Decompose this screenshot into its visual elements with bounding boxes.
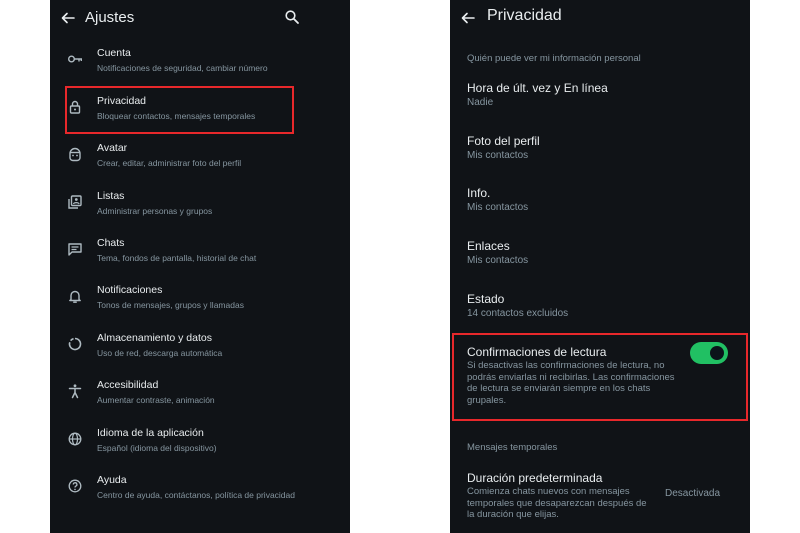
- default-duration-value: Desactivada: [665, 488, 721, 499]
- privacidad-highlight-box: [65, 86, 294, 134]
- settings-item-subtitle: Bloquear contactos, mensajes temporales: [97, 111, 256, 121]
- storage-circle-icon: [68, 337, 82, 351]
- help-icon: [68, 479, 82, 493]
- key-icon: [68, 55, 82, 63]
- lock-icon: [69, 100, 81, 114]
- default-duration-description: Comienza chats nuevos con mensajes tempo…: [467, 486, 647, 520]
- page-title: Ajustes: [85, 9, 135, 26]
- settings-item-subtitle: Crear, editar, administrar foto del perf…: [97, 158, 242, 168]
- privacy-screen: Privacidad Quién puede ver mi informació…: [450, 0, 750, 533]
- settings-item-subtitle: Tonos de mensajes, grupos y llamadas: [97, 300, 244, 310]
- settings-item-subtitle: Uso de red, descarga automática: [97, 348, 223, 358]
- privacy-item-value: Nadie: [467, 97, 494, 108]
- back-arrow-icon[interactable]: [60, 10, 76, 26]
- settings-item-label: Idioma de la aplicación: [97, 427, 204, 439]
- settings-item-label: Privacidad: [97, 95, 147, 107]
- settings-item-subtitle: Aumentar contraste, animación: [97, 395, 215, 405]
- settings-header: Ajustes: [50, 0, 350, 36]
- back-arrow-icon[interactable]: [460, 10, 476, 26]
- settings-item-label: Listas: [97, 190, 125, 202]
- privacy-item-label: Estado: [467, 292, 505, 306]
- page-title: Privacidad: [487, 7, 562, 24]
- chat-icon: [68, 243, 82, 256]
- read-receipts-description: Si desactivas las confirmaciones de lect…: [467, 360, 675, 406]
- settings-item-label: Cuenta: [97, 47, 131, 59]
- toggle-knob: [710, 346, 724, 360]
- settings-item-label: Chats: [97, 237, 125, 249]
- settings-item-subtitle: Español (idioma del dispositivo): [97, 443, 217, 453]
- default-duration-label: Duración predeterminada: [467, 471, 603, 485]
- settings-item-subtitle: Administrar personas y grupos: [97, 206, 213, 216]
- privacy-item-label: Enlaces: [467, 239, 510, 253]
- privacy-item-read-receipts[interactable]: Confirmaciones de lectura Si desactivas …: [450, 342, 750, 406]
- bell-icon: [69, 290, 81, 303]
- settings-item-subtitle: Notificaciones de seguridad, cambiar núm…: [97, 63, 268, 73]
- privacy-item-default-duration[interactable]: Duración predeterminada Comienza chats n…: [450, 471, 750, 526]
- settings-item-label: Avatar: [97, 142, 128, 154]
- settings-item-label: Accesibilidad: [97, 379, 159, 391]
- privacy-item-label: Info.: [467, 186, 491, 200]
- read-receipts-label: Confirmaciones de lectura: [467, 345, 607, 359]
- privacy-item-label: Hora de últ. vez y En línea: [467, 81, 608, 95]
- privacy-item-label: Foto del perfil: [467, 134, 540, 148]
- avatar-face-icon: [69, 147, 81, 162]
- settings-item-subtitle: Centro de ayuda, contáctanos, política d…: [97, 490, 295, 500]
- privacy-header: Privacidad: [450, 0, 750, 36]
- section-header-personal-info: Quién puede ver mi información personal: [467, 53, 641, 64]
- settings-item-label: Almacenamiento y datos: [97, 332, 212, 344]
- section-header-temporary-messages: Mensajes temporales: [467, 442, 558, 453]
- search-icon[interactable]: [284, 9, 300, 25]
- accessibility-icon: [68, 384, 82, 399]
- globe-icon: [68, 432, 82, 446]
- settings-screen: Ajustes Cuenta Notificaciones de segurid…: [50, 0, 350, 533]
- privacy-item-value: Mis contactos: [467, 150, 529, 161]
- settings-item-label: Ayuda: [97, 474, 127, 486]
- settings-item-label: Notificaciones: [97, 284, 163, 296]
- privacy-item-value: Mis contactos: [467, 255, 529, 266]
- privacy-item-value: 14 contactos excluidos: [467, 308, 569, 319]
- read-receipts-toggle[interactable]: [690, 342, 728, 364]
- privacy-item-value: Mis contactos: [467, 202, 529, 213]
- lists-icon: [68, 195, 82, 209]
- settings-item-subtitle: Tema, fondos de pantalla, historial de c…: [97, 253, 257, 263]
